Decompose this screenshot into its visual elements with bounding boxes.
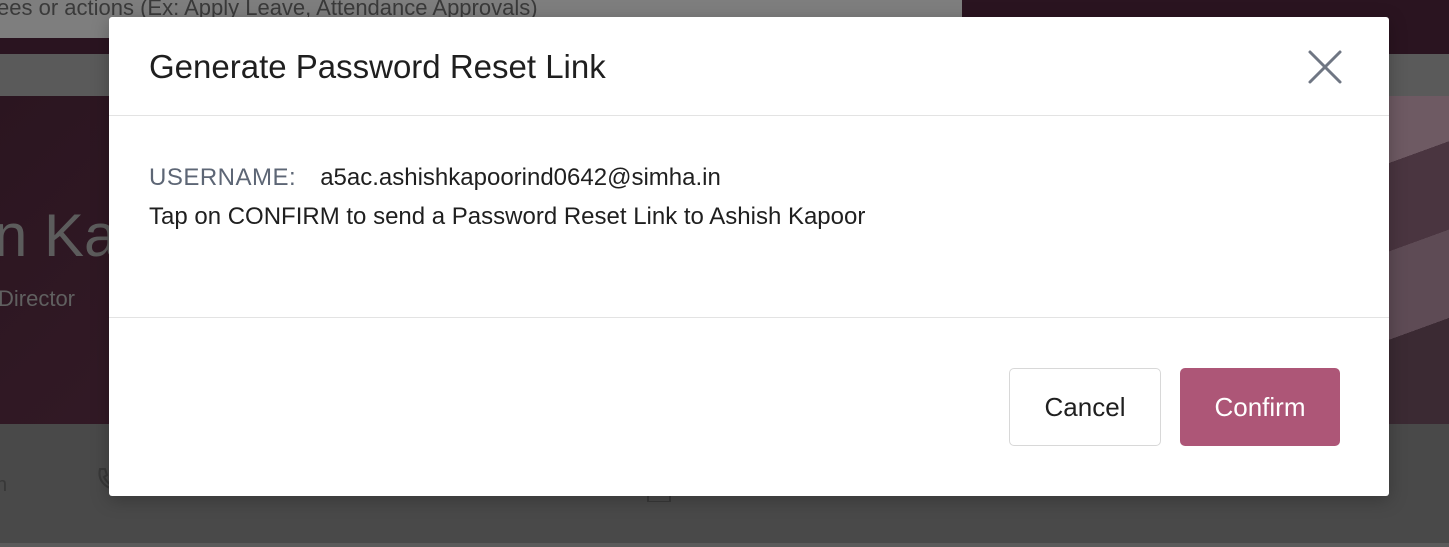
modal-body: USERNAME: a5ac.ashishkapoorind0642@simha.… — [109, 116, 1389, 318]
username-value: a5ac.ashishkapoorind0642@simha.in — [320, 164, 721, 191]
hero-artwork — [1379, 96, 1449, 424]
close-icon[interactable] — [1305, 47, 1345, 87]
cancel-button[interactable]: Cancel — [1009, 368, 1161, 446]
employee-role: Director — [0, 286, 76, 311]
confirm-button[interactable]: Confirm — [1180, 368, 1340, 446]
modal-footer: Cancel Confirm — [109, 318, 1389, 496]
page-bottom-border — [0, 543, 1449, 547]
detail-text-fragment: n — [0, 474, 8, 496]
close-button[interactable] — [1305, 47, 1345, 87]
username-row: USERNAME: a5ac.ashishkapoorind0642@simha.… — [149, 163, 721, 193]
modal-header: Generate Password Reset Link — [109, 17, 1389, 116]
modal-title: Generate Password Reset Link — [149, 48, 606, 85]
username-label: USERNAME: — [149, 164, 297, 191]
password-reset-modal: Generate Password Reset Link USERNAME: a5… — [109, 17, 1389, 496]
reset-description: Tap on CONFIRM to send a Password Reset … — [149, 203, 866, 230]
